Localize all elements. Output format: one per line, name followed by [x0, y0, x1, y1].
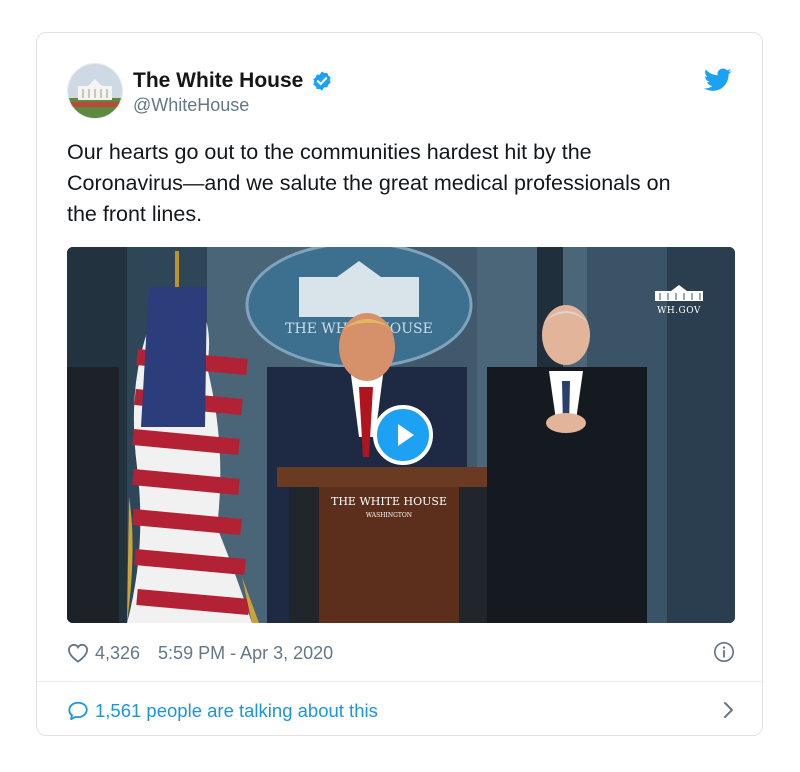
twitter-bird-icon[interactable] [704, 68, 732, 92]
like-count[interactable]: 4,326 [95, 643, 140, 664]
video-thumbnail[interactable]: THE WHITE HOUSE THE WHITE HOUSE WASHINGT… [67, 247, 735, 623]
conversation-link[interactable]: 1,561 people are talking about this [67, 697, 735, 725]
chevron-right-icon[interactable] [721, 700, 735, 720]
author-display-name[interactable]: The White House [133, 69, 303, 93]
tweet-card: The White House @WhiteHouse Our hearts g… [36, 32, 763, 736]
author-name-row[interactable]: The White House [133, 69, 333, 93]
podium-title: THE WHITE HOUSE [331, 495, 447, 508]
verified-badge-icon [313, 71, 331, 91]
talking-count-text[interactable]: 1,561 people are talking about this [95, 700, 378, 722]
play-icon [398, 424, 414, 446]
wh-gov-text: WH.GOV [657, 306, 701, 316]
heart-icon[interactable] [67, 643, 89, 663]
avatar[interactable] [67, 63, 123, 119]
info-icon[interactable] [713, 641, 735, 663]
divider [37, 681, 762, 682]
tweet-meta-row: 4,326 5:59 PM - Apr 3, 2020 [67, 641, 735, 665]
podium-subtitle: WASHINGTON [366, 512, 412, 519]
author-handle[interactable]: @WhiteHouse [133, 95, 249, 116]
chat-bubble-icon [68, 701, 88, 721]
tweet-text: Our hearts go out to the communities har… [67, 140, 671, 226]
play-button[interactable] [373, 405, 433, 465]
wh-gov-watermark: WH.GOV [649, 283, 709, 316]
tweet-timestamp[interactable]: 5:59 PM - Apr 3, 2020 [158, 643, 333, 664]
